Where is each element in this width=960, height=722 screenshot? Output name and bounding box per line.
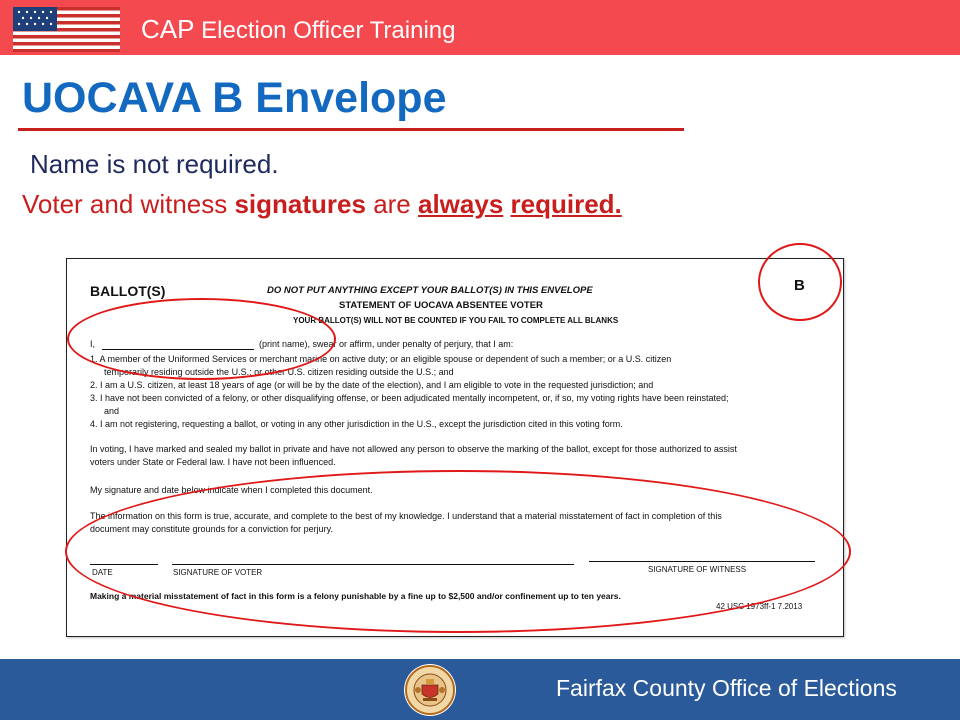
county-seal-icon — [403, 663, 457, 717]
slide-title: UOCAVA B Envelope — [22, 74, 447, 122]
us-flag-icon — [13, 7, 120, 52]
privacy-statement-cont: voters under State or Federal law. I hav… — [90, 457, 336, 467]
statement-title: STATEMENT OF UOCAVA ABSENTEE VOTER — [339, 300, 543, 311]
signature-note-part: Voter and witness — [22, 189, 235, 219]
item-3-cont: and — [104, 406, 120, 416]
training-title-prefix: CAP — [141, 14, 195, 44]
item-3: 3. I have not been convicted of a felony… — [90, 393, 729, 403]
ballot-label: BALLOT(S) — [90, 283, 166, 299]
completion-warning: YOUR BALLOT(S) WILL NOT BE COUNTED IF YO… — [293, 316, 619, 325]
privacy-statement: In voting, I have marked and sealed my b… — [90, 444, 737, 454]
item-2: 2. I am a U.S. citizen, at least 18 year… — [90, 380, 654, 390]
header-bar: CAP Election Officer Training — [0, 0, 960, 55]
signature-note: Voter and witness signatures are always … — [22, 189, 622, 220]
envelope-letter-highlight-circle — [758, 243, 842, 321]
item-4: 4. I am not registering, requesting a ba… — [90, 419, 623, 429]
required-emphasis: required. — [510, 189, 622, 219]
signatures-highlight-circle — [65, 470, 851, 633]
office-name: Fairfax County Office of Elections — [556, 675, 897, 701]
signature-note-part: are — [365, 189, 418, 219]
always-emphasis: always — [418, 189, 504, 219]
signatures-emphasis: signatures — [234, 189, 366, 219]
title-underline — [18, 128, 684, 131]
footer-bar: Fairfax County Office of Elections — [0, 659, 960, 720]
name-note: Name is not required. — [30, 149, 279, 179]
training-title: CAP Election Officer Training — [141, 14, 455, 45]
name-highlight-circle — [67, 298, 336, 380]
envelope-instruction: DO NOT PUT ANYTHING EXCEPT YOUR BALLOT(S… — [267, 285, 593, 296]
training-title-rest: Election Officer Training — [194, 17, 456, 44]
signature-note-space — [503, 189, 510, 219]
